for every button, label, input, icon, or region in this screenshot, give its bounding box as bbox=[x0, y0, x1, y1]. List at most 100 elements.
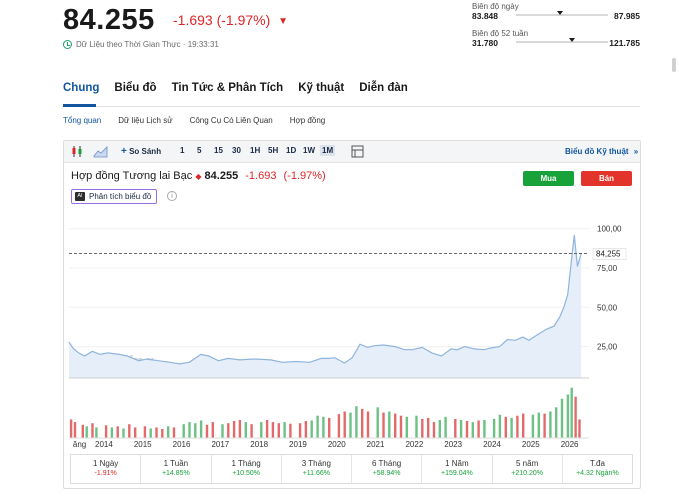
price-chart[interactable]: 25,0050,0075,00100,00Investing.com84,255… bbox=[64, 141, 642, 453]
x-tick-label: 2023 bbox=[444, 440, 462, 449]
52-week-range-low: 31.780 bbox=[472, 38, 498, 48]
volume-bar bbox=[555, 407, 558, 438]
tabs-divider bbox=[63, 106, 640, 107]
volume-bar bbox=[444, 416, 447, 438]
volume-bar bbox=[232, 421, 236, 438]
volume-bar bbox=[399, 415, 403, 438]
performance-value: +159.04% bbox=[441, 470, 473, 477]
day-range: Biên độ ngày 83.848 87.985 bbox=[472, 2, 640, 21]
volume-bar bbox=[432, 422, 436, 438]
x-tick-label: 2017 bbox=[211, 440, 229, 449]
performance-period: 1 Tuần bbox=[163, 459, 189, 468]
active-tab-underline bbox=[63, 104, 96, 107]
x-tick-label: 2025 bbox=[522, 440, 540, 449]
performance-cell[interactable]: T.đa +4.32 Ngàn% bbox=[563, 455, 632, 483]
volume-bar bbox=[388, 411, 391, 438]
change-value: -1.693 bbox=[173, 12, 213, 28]
volume-bar bbox=[167, 426, 170, 438]
clock-icon bbox=[63, 40, 72, 49]
performance-value: -1.91% bbox=[94, 470, 117, 477]
volume-bar bbox=[421, 418, 424, 438]
volume-bar bbox=[483, 420, 486, 438]
volume-bar bbox=[188, 422, 191, 438]
y-tick-label: 100,00 bbox=[597, 225, 622, 234]
x-tick-label: 2026 bbox=[561, 440, 579, 449]
performance-cell[interactable]: 1 Năm +159.04% bbox=[422, 455, 493, 483]
subtab-contracts[interactable]: Hợp đồng bbox=[290, 116, 326, 125]
volume-bar bbox=[260, 422, 263, 438]
volume-bar bbox=[211, 422, 214, 438]
performance-cell[interactable]: 5 năm +210.20% bbox=[493, 455, 563, 483]
performance-period: 3 Tháng bbox=[301, 459, 331, 468]
performance-value: +11.66% bbox=[302, 470, 331, 477]
volume-bar bbox=[271, 422, 275, 438]
day-range-marker bbox=[557, 11, 564, 15]
volume-bar bbox=[570, 387, 573, 438]
realtime-status: Dữ Liệu theo Thời Gian Thực · 19:33:31 bbox=[63, 40, 219, 49]
subtab-summary[interactable]: Tổng quan bbox=[63, 116, 101, 125]
volume-bar bbox=[574, 396, 577, 438]
performance-period: T.đa bbox=[589, 459, 605, 468]
volume-bar bbox=[289, 423, 292, 438]
volume-bar bbox=[427, 417, 430, 438]
volume-bar bbox=[298, 423, 302, 438]
x-tick-label: 2015 bbox=[134, 440, 152, 449]
volume-bar bbox=[161, 429, 164, 438]
volume-bar bbox=[531, 414, 535, 438]
performance-cell[interactable]: 1 Tháng +10.50% bbox=[212, 455, 282, 483]
last-price-label: 84,255 bbox=[596, 249, 621, 258]
scrollbar-thumb[interactable] bbox=[672, 58, 676, 72]
volume-bar bbox=[91, 423, 94, 438]
performance-period: 6 Tháng bbox=[372, 459, 402, 468]
volume-bar bbox=[310, 420, 313, 438]
performance-period: 1 Tháng bbox=[231, 459, 261, 468]
volume-bar bbox=[277, 423, 280, 438]
volume-bar bbox=[104, 425, 108, 438]
volume-bar bbox=[578, 419, 581, 438]
volume-bar bbox=[498, 414, 502, 438]
52-week-range-high: 121.785 bbox=[609, 38, 640, 48]
subtab-historical-data[interactable]: Dữ liệu Lịch sử bbox=[118, 116, 172, 125]
performance-value: +10.50% bbox=[232, 470, 261, 477]
volume-bar bbox=[283, 422, 286, 438]
down-arrow-icon: ▼ bbox=[278, 16, 289, 27]
52-week-range-label: Biên độ 52 tuần bbox=[472, 29, 529, 38]
volume-bar bbox=[543, 413, 546, 438]
volume-bar bbox=[454, 418, 457, 438]
volume-bar bbox=[244, 422, 247, 438]
volume-bar bbox=[238, 420, 242, 438]
volume-bar bbox=[537, 412, 540, 438]
performance-cell[interactable]: 6 Tháng +58.94% bbox=[352, 455, 423, 483]
tab-overview[interactable]: Chung bbox=[63, 82, 99, 94]
volume-bar bbox=[250, 424, 253, 438]
performance-value: +14.85% bbox=[161, 470, 190, 477]
y-tick-label: 75,00 bbox=[597, 264, 618, 273]
52-week-range-marker bbox=[569, 38, 576, 42]
volume-bar bbox=[199, 420, 203, 438]
performance-cell[interactable]: 3 Tháng +11.66% bbox=[282, 455, 352, 483]
volume-bar bbox=[316, 415, 319, 438]
change-percent: (-1.97%) bbox=[216, 12, 271, 28]
volume-bar bbox=[328, 417, 331, 438]
tab-chart[interactable]: Biểu đồ bbox=[114, 82, 156, 94]
volume-bar bbox=[343, 411, 346, 438]
volume-bar bbox=[69, 419, 73, 438]
performance-period: 1 Ngày bbox=[92, 459, 119, 468]
performance-cell[interactable]: 1 Tuần +14.85% bbox=[141, 455, 212, 483]
volume-bar bbox=[349, 412, 352, 438]
volume-bar bbox=[205, 424, 209, 439]
tab-news-analysis[interactable]: Tin Tức & Phân Tích bbox=[172, 82, 284, 94]
tab-technical[interactable]: Kỹ thuật bbox=[298, 82, 344, 94]
performance-cell[interactable]: 1 Ngày -1.91% bbox=[71, 455, 142, 483]
tab-forum[interactable]: Diễn đàn bbox=[359, 82, 408, 94]
volume-bar bbox=[361, 408, 364, 439]
performance-value: +58.94% bbox=[372, 470, 401, 477]
x-tick-label: 2022 bbox=[405, 440, 423, 449]
volume-bar bbox=[134, 427, 137, 438]
volume-bar bbox=[116, 426, 119, 438]
volume-bar bbox=[438, 420, 441, 438]
x-tick-label: 2018 bbox=[250, 440, 268, 449]
subtab-related-tools[interactable]: Công Cụ Có Liên Quan bbox=[190, 116, 273, 125]
price-change: -1.693 (-1.97%) ▼ bbox=[173, 12, 288, 28]
52-week-range-bar bbox=[516, 38, 608, 43]
